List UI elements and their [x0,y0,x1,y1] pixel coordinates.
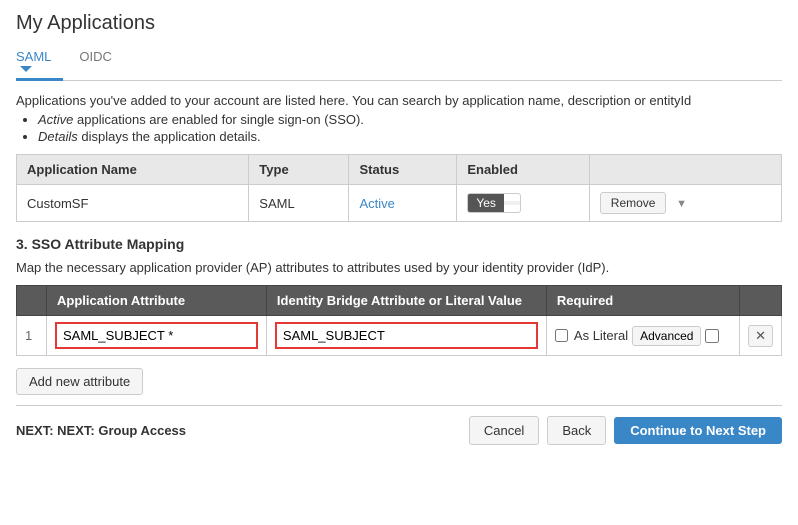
toggle-yes: Yes [468,194,504,212]
col-required: Required [546,286,739,316]
page-container: My Applications SAML OIDC Applications y… [0,0,798,457]
app-table: Application Name Type Status Enabled Cus… [16,154,782,222]
col-app-name: Application Name [17,155,249,185]
col-ib-attr: Identity Bridge Attribute or Literal Val… [266,286,546,316]
dropdown-arrow-icon[interactable]: ▼ [676,198,687,210]
delete-attr-button[interactable]: ✕ [748,325,773,347]
as-literal-checkbox[interactable] [555,329,568,342]
bullet-details-keyword: Details [38,129,78,144]
info-section: Applications you've added to your accoun… [16,93,782,144]
as-literal-label: As Literal [574,328,628,343]
remove-button[interactable]: Remove [600,192,667,214]
info-main-text: Applications you've added to your accoun… [16,93,782,108]
cell-remove: Remove ▼ [589,185,781,222]
add-attr-button[interactable]: Add new attribute [16,368,143,395]
attr-ib-attr-cell [266,316,546,356]
app-table-header: Application Name Type Status Enabled [17,155,782,185]
bullet-active-text: applications are enabled for single sign… [77,112,364,127]
cell-enabled: Yes [457,185,589,222]
tabs-bar: SAML OIDC [16,43,782,81]
as-literal-wrap: As Literal Advanced [555,326,731,346]
sso-section-title: 3. SSO Attribute Mapping [16,236,782,252]
info-bullet-active: Active applications are enabled for sing… [38,112,782,127]
next-label: NEXT: NEXT: Group Access [16,423,186,438]
attr-table: Application Attribute Identity Bridge At… [16,285,782,356]
tab-saml[interactable]: SAML [16,43,63,80]
col-enabled: Enabled [457,155,589,185]
attr-as-literal-cell: As Literal Advanced [546,316,739,356]
cell-status: Active [349,185,457,222]
col-app-attr: Application Attribute [47,286,267,316]
footer-buttons: Cancel Back Continue to Next Step [469,416,782,445]
footer-section: NEXT: NEXT: Group Access Cancel Back Con… [16,405,782,445]
attr-table-header-row: Application Attribute Identity Bridge At… [17,286,782,316]
bullet-details-text: displays the application details. [81,129,260,144]
page-title: My Applications [16,12,782,35]
cell-app-name: CustomSF [17,185,249,222]
info-bullets: Active applications are enabled for sing… [16,112,782,144]
col-type: Type [249,155,349,185]
info-bullet-details: Details displays the application details… [38,129,782,144]
col-del [740,286,782,316]
cancel-button[interactable]: Cancel [469,416,539,445]
col-status: Status [349,155,457,185]
attr-table-row: 1 As Literal Advanced ✕ [17,316,782,356]
ib-attr-input[interactable] [275,322,538,349]
continue-button[interactable]: Continue to Next Step [614,417,782,444]
attr-app-attr-cell [47,316,267,356]
cell-type: SAML [249,185,349,222]
attr-delete-cell: ✕ [740,316,782,356]
attr-row-num: 1 [17,316,47,356]
app-attr-input[interactable] [55,322,258,349]
back-button[interactable]: Back [547,416,606,445]
toggle-no [504,201,520,205]
col-num [17,286,47,316]
table-row: CustomSF SAML Active Yes Remove ▼ [17,185,782,222]
tab-oidc[interactable]: OIDC [79,43,124,80]
tab-saml-arrow [20,66,32,72]
enabled-toggle[interactable]: Yes [467,193,521,213]
col-actions [589,155,781,185]
advanced-button[interactable]: Advanced [632,326,701,346]
required-checkbox[interactable] [705,329,719,343]
bullet-active-keyword: Active [38,112,73,127]
sso-section-desc: Map the necessary application provider (… [16,260,782,275]
status-badge: Active [359,196,394,211]
